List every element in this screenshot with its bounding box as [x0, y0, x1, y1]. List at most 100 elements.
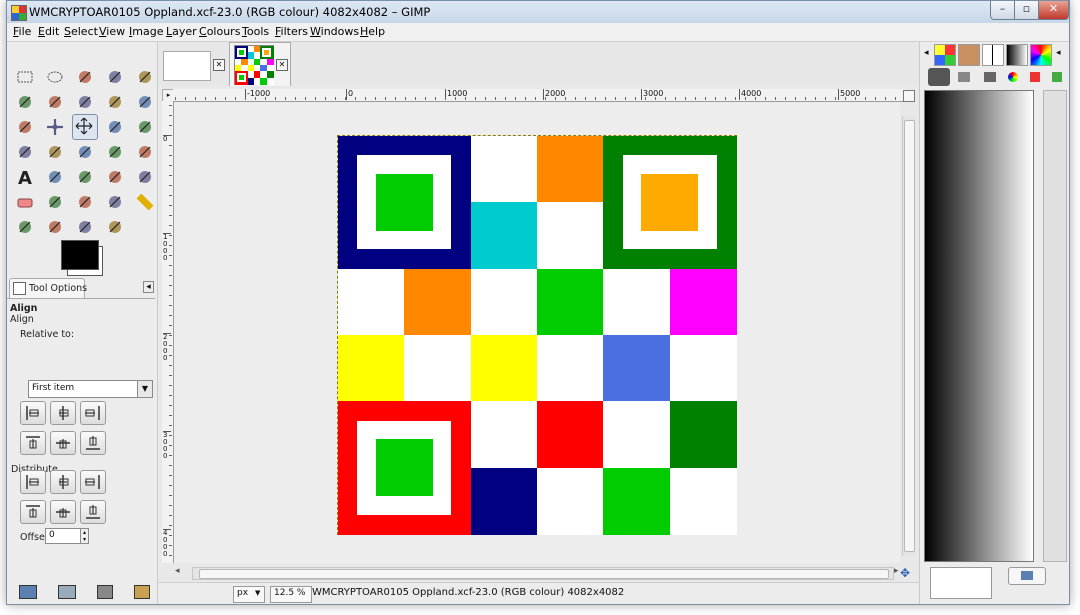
- close-tab-icon[interactable]: ✕: [276, 59, 288, 71]
- ink-icon[interactable]: [74, 191, 96, 213]
- rotate-icon[interactable]: [134, 116, 156, 138]
- dock-sub-tab-6[interactable]: [1052, 72, 1062, 82]
- scroll-left-icon[interactable]: ◂: [175, 566, 180, 576]
- vertical-scroll-thumb[interactable]: [904, 120, 915, 552]
- dock-sub-tab-3[interactable]: [984, 72, 996, 82]
- offset-field[interactable]: 0: [45, 528, 81, 544]
- restore-options-icon[interactable]: [58, 585, 76, 599]
- menu-layer[interactable]: Layer: [166, 25, 197, 38]
- menu-colours[interactable]: Colours: [199, 25, 240, 38]
- menu-tools[interactable]: Tools: [242, 25, 269, 38]
- dodge-burn-icon[interactable]: [104, 216, 126, 238]
- dock-edit-button[interactable]: [1008, 567, 1046, 585]
- gradient-preview[interactable]: [924, 90, 1034, 562]
- maximize-button[interactable]: ▫: [1014, 1, 1039, 20]
- fuzzy-select-icon[interactable]: [104, 66, 126, 88]
- align-middle-icon[interactable]: [50, 431, 76, 455]
- perspective-clone-icon[interactable]: [14, 216, 36, 238]
- relative-to-dropdown[interactable]: First item ▼: [28, 380, 153, 398]
- tab-paths[interactable]: [982, 44, 1004, 66]
- delete-options-icon[interactable]: [97, 585, 113, 599]
- paintbrush-icon[interactable]: [134, 166, 156, 188]
- measure-icon[interactable]: [14, 116, 36, 138]
- save-options-icon[interactable]: [19, 585, 37, 599]
- distribute-middle-icon[interactable]: [50, 500, 76, 524]
- align-left-edge-icon[interactable]: [20, 401, 46, 425]
- dock-sub-tab-4[interactable]: [1008, 72, 1018, 82]
- clone-icon[interactable]: [104, 191, 126, 213]
- free-select-icon[interactable]: [74, 66, 96, 88]
- smudge-icon[interactable]: [74, 216, 96, 238]
- horizontal-scroll-thumb[interactable]: [199, 569, 889, 579]
- tab-patterns[interactable]: [934, 44, 956, 66]
- zoom-fit-icon[interactable]: [903, 90, 915, 102]
- color-picker-icon[interactable]: [104, 91, 126, 113]
- dock-sub-tab-5[interactable]: [1030, 72, 1040, 82]
- panel-menu-icon[interactable]: ◂: [143, 281, 154, 293]
- text-icon[interactable]: A: [14, 166, 36, 188]
- heal-icon[interactable]: [134, 191, 156, 213]
- unit-dropdown[interactable]: px ▼: [233, 586, 265, 603]
- menu-image[interactable]: Image: [129, 25, 163, 38]
- scissors-icon[interactable]: [14, 91, 36, 113]
- menu-help[interactable]: Help: [360, 25, 385, 38]
- menu-windows[interactable]: Windows: [310, 25, 359, 38]
- airbrush-icon[interactable]: [44, 191, 66, 213]
- close-button[interactable]: ✕: [1038, 1, 1069, 20]
- foreground-color-swatch[interactable]: [61, 240, 99, 270]
- menu-select[interactable]: Select: [64, 25, 98, 38]
- align-right-edge-icon[interactable]: [80, 401, 106, 425]
- cage-icon[interactable]: [134, 141, 156, 163]
- align-icon[interactable]: [72, 114, 98, 140]
- image-canvas[interactable]: [337, 135, 737, 535]
- align-bottom-edge-icon[interactable]: [80, 431, 106, 455]
- select-by-color-icon[interactable]: [134, 66, 156, 88]
- reset-options-icon[interactable]: [134, 585, 150, 599]
- distribute-left-icon[interactable]: [20, 470, 46, 494]
- vertical-scrollbar[interactable]: [902, 116, 915, 556]
- dock-sub-tab-2[interactable]: [958, 72, 970, 82]
- minimize-button[interactable]: –: [990, 1, 1015, 20]
- shear-icon[interactable]: [44, 141, 66, 163]
- ellipse-select-icon[interactable]: [44, 66, 66, 88]
- blur-icon[interactable]: [44, 216, 66, 238]
- eraser-icon[interactable]: [14, 191, 36, 213]
- tab-palettes[interactable]: [1030, 44, 1052, 66]
- menu-view[interactable]: View: [99, 25, 125, 38]
- align-top-edge-icon[interactable]: [20, 431, 46, 455]
- paths-icon[interactable]: [74, 91, 96, 113]
- distribute-top-icon[interactable]: [20, 500, 46, 524]
- move-icon[interactable]: [44, 116, 66, 138]
- horizontal-ruler[interactable]: -1000 0 1000 2000 3000 4000 5000: [173, 89, 907, 102]
- dock-left-arrow-icon[interactable]: ◂: [924, 48, 929, 58]
- zoom-icon[interactable]: [134, 91, 156, 113]
- distribute-right-icon[interactable]: [80, 470, 106, 494]
- vertical-ruler[interactable]: 0 1000 2000 3000 4000: [162, 101, 174, 563]
- tab-brushes[interactable]: [958, 44, 980, 66]
- tab-gradients[interactable]: [1006, 44, 1028, 66]
- rect-select-icon[interactable]: [14, 66, 36, 88]
- menu-edit[interactable]: Edit: [38, 25, 59, 38]
- navigate-icon[interactable]: ✥: [900, 566, 910, 580]
- tab-tool-options[interactable]: Tool Options: [9, 278, 87, 299]
- zoom-dropdown[interactable]: 12.5 %: [270, 586, 312, 603]
- menu-file[interactable]: File: [13, 25, 31, 38]
- image-tab-blank[interactable]: [163, 51, 211, 81]
- distribute-bottom-icon[interactable]: [80, 500, 106, 524]
- dock-scrollbar[interactable]: [1043, 90, 1067, 562]
- perspective-icon[interactable]: [74, 141, 96, 163]
- menu-filters[interactable]: Filters: [275, 25, 308, 38]
- scale-icon[interactable]: [14, 141, 36, 163]
- offset-spin-icon[interactable]: ▴ ▾: [80, 528, 89, 544]
- flip-icon[interactable]: [104, 141, 126, 163]
- align-center-icon[interactable]: [50, 401, 76, 425]
- bucket-fill-icon[interactable]: [44, 166, 66, 188]
- horizontal-scrollbar[interactable]: [192, 567, 894, 580]
- scroll-right-icon[interactable]: ▸: [894, 566, 899, 576]
- close-tab-icon[interactable]: ✕: [213, 59, 225, 71]
- distribute-center-icon[interactable]: [50, 470, 76, 494]
- blend-icon[interactable]: [74, 166, 96, 188]
- dock-sub-tab-1[interactable]: [928, 68, 950, 86]
- crop-icon[interactable]: [104, 116, 126, 138]
- pencil-icon[interactable]: [104, 166, 126, 188]
